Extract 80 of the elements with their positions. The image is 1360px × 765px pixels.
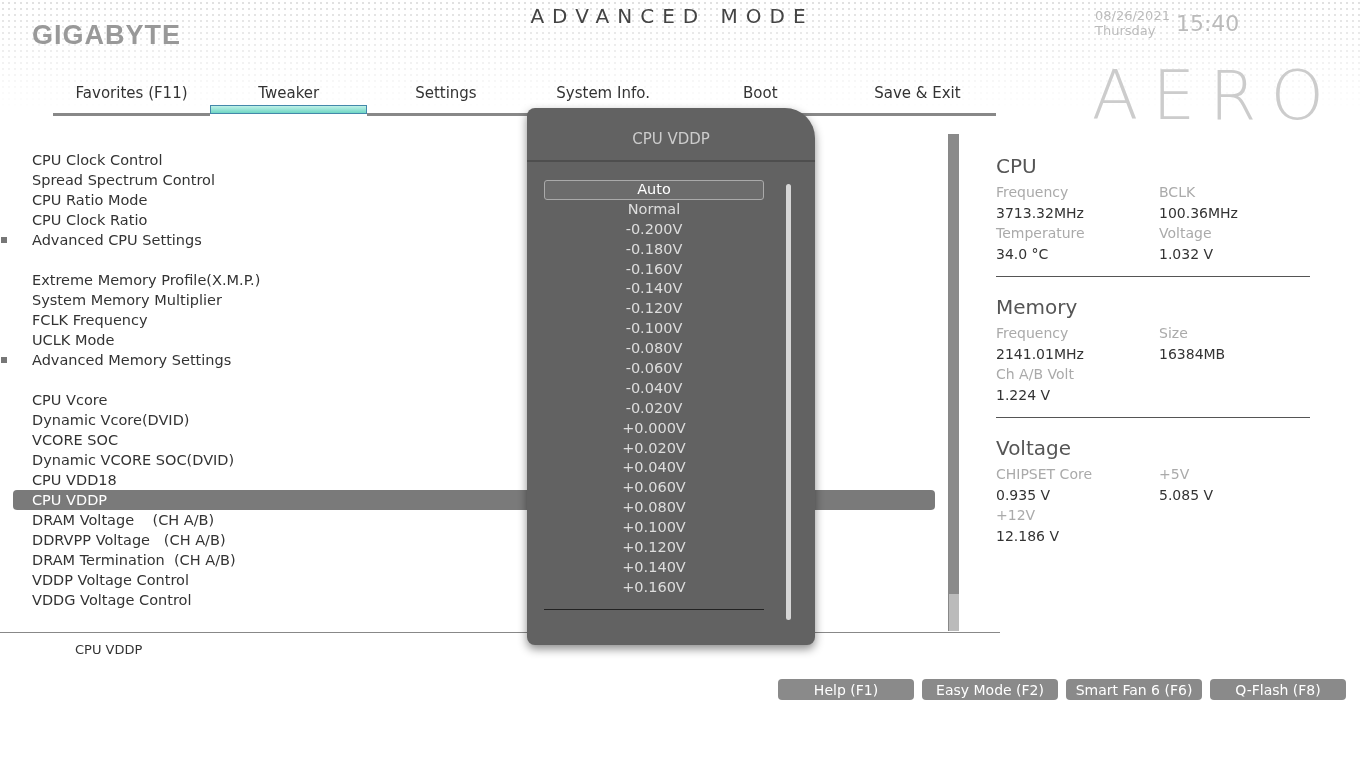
info-label: BCLK: [1159, 184, 1197, 200]
setting-item[interactable]: CPU Clock Ratio: [32, 210, 148, 230]
weekday: Thursday: [1095, 23, 1157, 38]
info-label: +5V: [1159, 466, 1191, 482]
tab[interactable]: Settings: [367, 80, 525, 116]
submenu-item[interactable]: Advanced Memory Settings: [32, 350, 232, 370]
setting-item[interactable]: Spread Spectrum Control: [32, 170, 215, 190]
info-value: 1.224 V: [996, 387, 1052, 403]
option-item[interactable]: -0.200V: [544, 219, 764, 240]
setting-item[interactable]: VCORE SOC: [32, 430, 119, 450]
setting-item[interactable]: UCLK Mode: [32, 330, 115, 350]
info-label: Ch A/B Volt: [996, 366, 1075, 382]
option-item[interactable]: -0.100V: [544, 319, 764, 340]
tab[interactable]: Save & Exit: [838, 80, 997, 116]
brand-logo: GIGABYTE: [32, 20, 182, 51]
option-item[interactable]: -0.140V: [544, 279, 764, 300]
setting-item[interactable]: System Memory Multiplier: [32, 290, 222, 310]
setting-item[interactable]: CPU Clock Control: [32, 150, 163, 170]
setting-item[interactable]: VDDG Voltage Control: [32, 590, 192, 610]
setting-item[interactable]: CPU Ratio Mode: [32, 190, 148, 210]
popup-title: CPU VDDP: [527, 108, 815, 162]
setting-item[interactable]: DRAM Termination (CH A/B): [32, 550, 236, 570]
info-label: Voltage: [1159, 225, 1213, 241]
info-value: 5.085 V: [1159, 487, 1215, 503]
bullet-icon: [1, 357, 7, 363]
mode-title: ADVANCED MODE: [529, 4, 815, 28]
setting-item[interactable]: CPU VDDP: [32, 490, 108, 510]
option-item[interactable]: -0.060V: [544, 359, 764, 379]
submenu-item[interactable]: Advanced CPU Settings: [32, 230, 202, 250]
option-item[interactable]: +0.020V: [544, 438, 764, 459]
option-item[interactable]: -0.160V: [544, 259, 764, 280]
option-item[interactable]: -0.180V: [544, 239, 764, 260]
info-value: 16384MB: [1159, 346, 1227, 362]
info-value: 0.935 V: [996, 487, 1052, 503]
info-label: Frequency: [996, 184, 1070, 200]
popup-scrollbar[interactable]: [786, 184, 791, 620]
info-value: 34.0 °C: [996, 246, 1050, 262]
option-item[interactable]: -0.120V: [544, 299, 764, 320]
setting-item[interactable]: CPU Vcore: [32, 390, 108, 410]
setting-item[interactable]: CPU VDD18: [32, 470, 117, 490]
option-item[interactable]: +0.120V: [544, 538, 764, 558]
option-item[interactable]: Auto: [544, 180, 764, 200]
date: 08/26/2021: [1095, 8, 1170, 23]
option-item[interactable]: -0.080V: [544, 339, 764, 359]
setting-item[interactable]: VDDP Voltage Control: [32, 570, 189, 590]
option-item[interactable]: +0.160V: [544, 577, 764, 598]
option-item[interactable]: +0.100V: [544, 518, 764, 539]
info-value: 12.186 V: [996, 528, 1060, 544]
info-label: Size: [1159, 325, 1189, 341]
option-item[interactable]: Normal: [544, 199, 764, 220]
option-item[interactable]: -0.020V: [544, 398, 764, 419]
info-label: Frequency: [996, 325, 1070, 341]
info-label: +12V: [996, 507, 1037, 523]
tab[interactable]: Tweaker: [210, 80, 368, 116]
setting-item[interactable]: DDRVPP Voltage (CH A/B): [32, 530, 226, 550]
time: 15:40: [1175, 10, 1240, 36]
info-value: 1.032 V: [1159, 246, 1215, 262]
bullet-icon: [1, 237, 7, 243]
section-title: Memory: [996, 295, 1079, 319]
setting-item[interactable]: Dynamic VCORE SOC(DVID): [32, 450, 235, 470]
option-item[interactable]: +0.140V: [544, 557, 764, 578]
scrollbar-thumb[interactable]: [949, 134, 959, 594]
option-item[interactable]: +0.080V: [544, 498, 764, 519]
info-value: 2141.01MHz: [996, 346, 1085, 362]
option-item[interactable]: +0.060V: [544, 478, 764, 499]
option-item[interactable]: +0.000V: [544, 418, 764, 439]
setting-item[interactable]: FCLK Frequency: [32, 310, 148, 330]
setting-item[interactable]: Extreme Memory Profile(X.M.P.): [32, 270, 261, 290]
info-label: Temperature: [996, 225, 1086, 241]
help-text: CPU VDDP: [75, 642, 144, 657]
option-item[interactable]: -0.040V: [544, 378, 764, 399]
info-value: 100.36MHz: [1159, 205, 1239, 221]
info-label: CHIPSET Core: [996, 466, 1093, 482]
tab[interactable]: Favorites (F11): [53, 80, 211, 116]
setting-item[interactable]: Dynamic Vcore(DVID): [32, 410, 190, 430]
section-title: CPU: [996, 154, 1038, 178]
option-item[interactable]: +0.040V: [544, 458, 764, 479]
section-title: Voltage: [996, 436, 1073, 460]
setting-item[interactable]: DRAM Voltage (CH A/B): [32, 510, 215, 530]
info-value: 3713.32MHz: [996, 205, 1085, 221]
